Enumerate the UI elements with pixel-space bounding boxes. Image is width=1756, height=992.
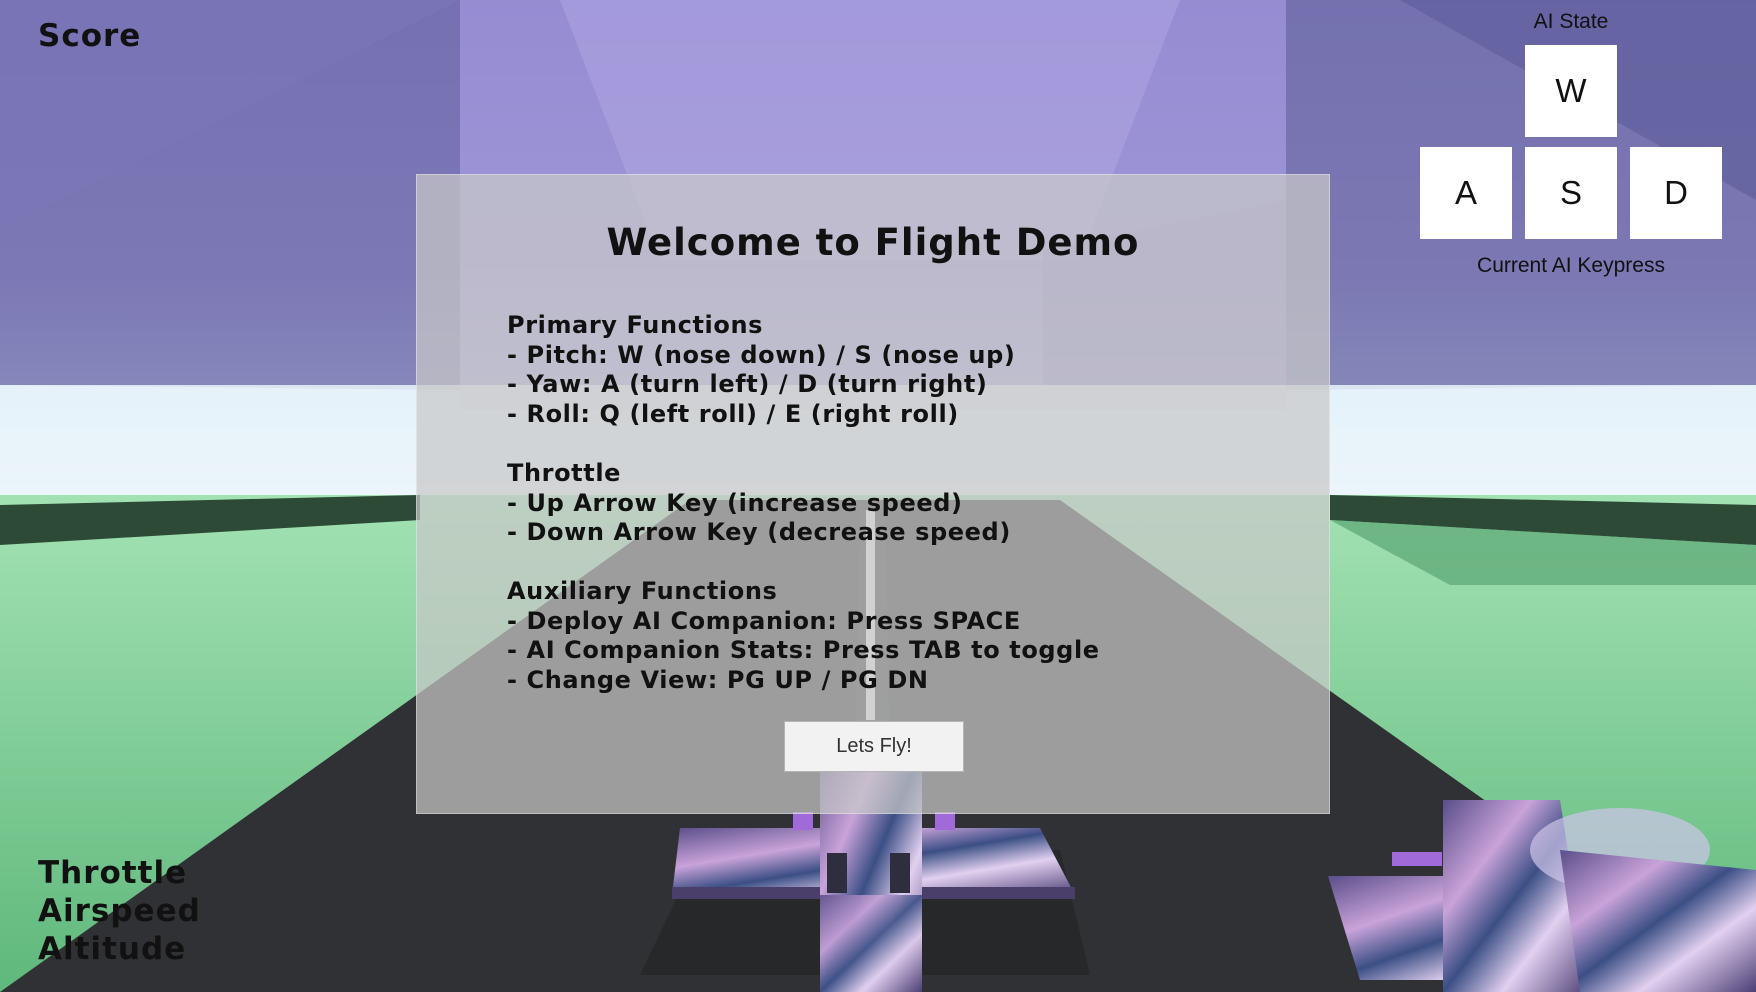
section-heading: Throttle <box>507 459 622 487</box>
throttle-label: Throttle <box>38 855 188 891</box>
ai-state-title: AI State <box>1533 10 1609 33</box>
flight-stats: Throttle Airspeed Altitude <box>38 854 201 968</box>
welcome-title: Welcome to Flight Demo <box>606 221 1140 264</box>
ai-key-a: A <box>1420 147 1512 239</box>
ai-key-w: W <box>1525 45 1617 137</box>
control-line: - Change View: PG UP / PG DN <box>507 665 929 694</box>
welcome-dialog: Welcome to Flight Demo Primary Functions… <box>416 174 1330 814</box>
ai-state-panel: AI State W A S D Current AI Keypress <box>1418 8 1724 283</box>
controls-section-primary: Primary Functions - Pitch: W (nose down)… <box>507 311 1015 429</box>
control-line: - Pitch: W (nose down) / S (nose up) <box>507 340 1016 369</box>
section-heading: Auxiliary Functions <box>507 577 778 605</box>
control-line: - Yaw: A (turn left) / D (turn right) <box>507 370 988 399</box>
control-line: - Down Arrow Key (decrease speed) <box>507 518 1011 547</box>
score-label: Score <box>38 18 142 54</box>
controls-section-throttle: Throttle - Up Arrow Key (increase speed)… <box>507 459 1011 548</box>
control-line: - Roll: Q (left roll) / E (right roll) <box>507 399 959 428</box>
airspeed-label: Airspeed <box>38 893 201 929</box>
ai-keypress-caption: Current AI Keypress <box>1477 254 1665 277</box>
ai-key-d: D <box>1630 147 1722 239</box>
control-line: - Up Arrow Key (increase speed) <box>507 488 963 517</box>
controls-section-auxiliary: Auxiliary Functions - Deploy AI Companio… <box>507 577 1100 695</box>
section-heading: Primary Functions <box>507 311 764 339</box>
control-line: - Deploy AI Companion: Press SPACE <box>507 606 1021 635</box>
control-line: - AI Companion Stats: Press TAB to toggl… <box>507 636 1100 665</box>
altitude-label: Altitude <box>38 931 187 967</box>
ai-key-s: S <box>1525 147 1617 239</box>
lets-fly-button[interactable]: Lets Fly! <box>784 721 964 772</box>
